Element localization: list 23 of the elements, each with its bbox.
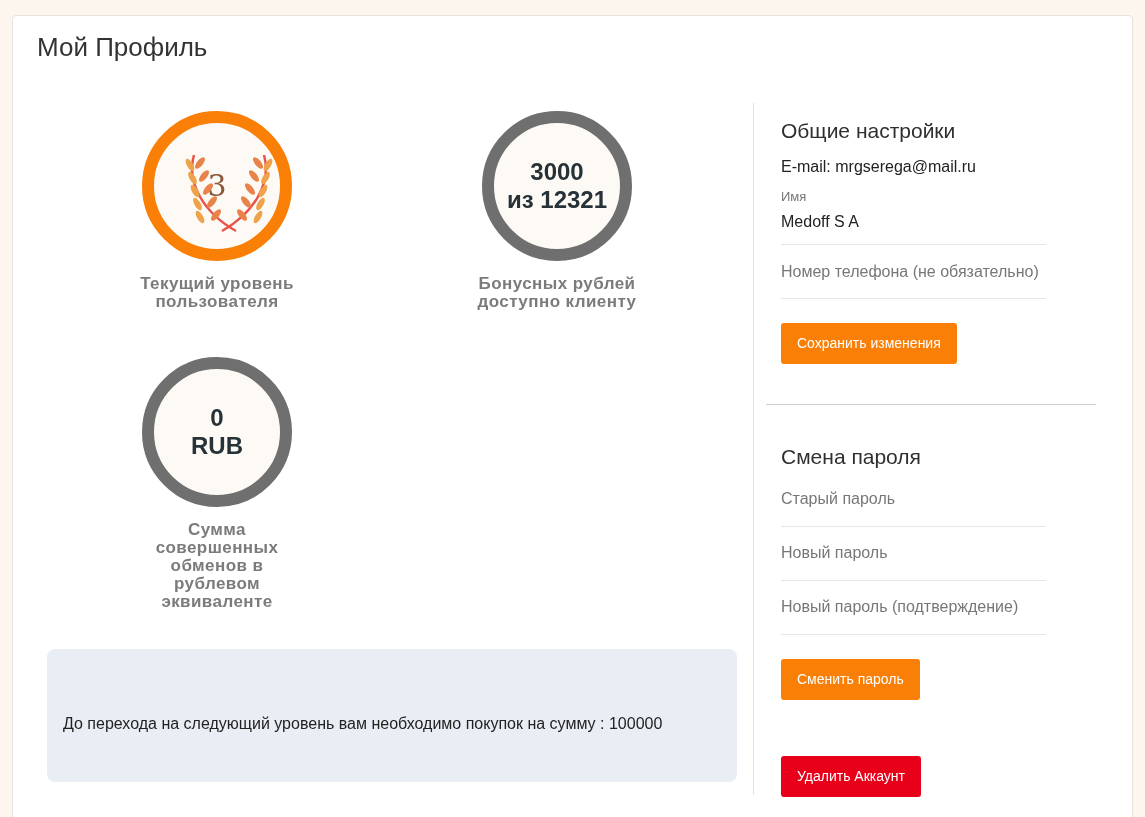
name-input[interactable]: Medoff S A xyxy=(781,210,1046,234)
text-input[interactable]: Новый пароль xyxy=(781,526,1046,581)
text-input[interactable]: Номер телефона (не обязательно) xyxy=(781,245,1046,299)
level-number: 3 xyxy=(207,168,227,204)
change-password-button[interactable]: Сменить пароль xyxy=(781,658,920,700)
section-heading: Смена пароля xyxy=(781,444,922,470)
notice-text: До перехода на следующий уровень вам необходимо покупок на сумму : 100000 xyxy=(63,713,663,733)
save-button[interactable]: Сохранить изменения xyxy=(781,323,957,364)
laurel-wreath-icon xyxy=(184,153,274,233)
stat-caption: Бонусных рублей доступно клиенту xyxy=(476,275,638,311)
stat-caption: Текущий уровень пользователя xyxy=(139,275,295,311)
section-heading: Общие настройки xyxy=(781,118,957,144)
stat-caption: Сумма совершенных обменов в рублевом эквиваленте xyxy=(154,521,280,611)
email-text: E-mail: mrgserega@mail.ru xyxy=(781,156,977,177)
stat-value: 3000 xyxy=(530,158,584,186)
delete-account-button[interactable]: Удалить Аккаунт xyxy=(781,755,921,797)
text-input[interactable]: Новый пароль (подтверждение) xyxy=(781,580,1046,635)
stat-value: из 12321 xyxy=(506,186,608,214)
page-title: Мой Профиль xyxy=(37,31,209,64)
field-label: Имя xyxy=(781,187,808,206)
stat-value: RUB xyxy=(191,432,243,460)
stat-value: 0 xyxy=(210,404,224,432)
text-input[interactable]: Старый пароль xyxy=(781,472,1046,527)
